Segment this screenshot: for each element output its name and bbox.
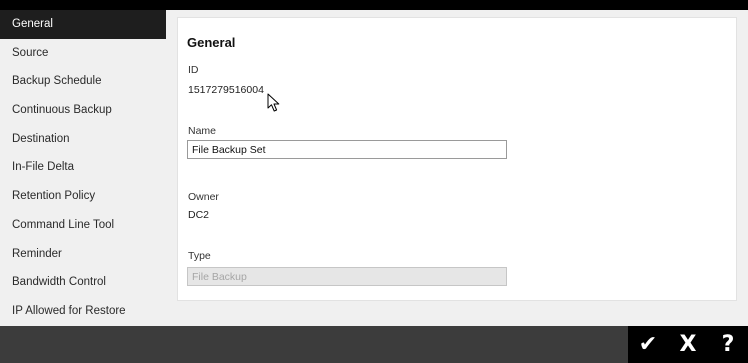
- type-label: Type: [188, 250, 211, 262]
- name-field[interactable]: [187, 140, 507, 159]
- owner-label: Owner: [188, 191, 219, 203]
- sidebar-item-in-file-delta[interactable]: In-File Delta: [0, 153, 166, 182]
- sidebar-item-backup-schedule[interactable]: Backup Schedule: [0, 67, 166, 96]
- id-value: 1517279516004: [188, 84, 264, 96]
- sidebar-item-bandwidth-control[interactable]: Bandwidth Control: [0, 268, 166, 297]
- id-label: ID: [188, 64, 199, 76]
- name-label: Name: [188, 125, 217, 137]
- sidebar-item-continuous-backup[interactable]: Continuous Backup: [0, 96, 166, 125]
- sidebar-item-ip-allowed-for-restore[interactable]: IP Allowed for Restore: [0, 297, 166, 326]
- ok-button[interactable]: ✔: [628, 326, 668, 363]
- sidebar-item-command-line-tool[interactable]: Command Line Tool: [0, 211, 166, 240]
- panel-title: General: [187, 35, 236, 50]
- sidebar-item-retention-policy[interactable]: Retention Policy: [0, 182, 166, 211]
- help-icon: ?: [721, 332, 735, 357]
- main-content: General ID 1517279516004 Name Owner DC2 …: [166, 10, 748, 326]
- type-field: [187, 267, 507, 286]
- action-bar: ✔ X ?: [628, 326, 748, 363]
- sidebar-item-source[interactable]: Source: [0, 39, 166, 68]
- general-panel: General ID 1517279516004 Name Owner DC2 …: [177, 17, 737, 301]
- mouse-pointer-icon: [267, 93, 280, 112]
- help-button[interactable]: ?: [708, 326, 748, 363]
- close-icon: X: [679, 332, 697, 357]
- sidebar-nav: General Source Backup Schedule Continuou…: [0, 10, 166, 326]
- owner-value: DC2: [188, 209, 210, 221]
- checkmark-icon: ✔: [638, 332, 658, 357]
- top-border: [0, 0, 748, 10]
- sidebar-item-general[interactable]: General: [0, 10, 166, 39]
- sidebar-item-destination[interactable]: Destination: [0, 125, 166, 154]
- cancel-button[interactable]: X: [668, 326, 708, 363]
- sidebar-item-reminder[interactable]: Reminder: [0, 240, 166, 269]
